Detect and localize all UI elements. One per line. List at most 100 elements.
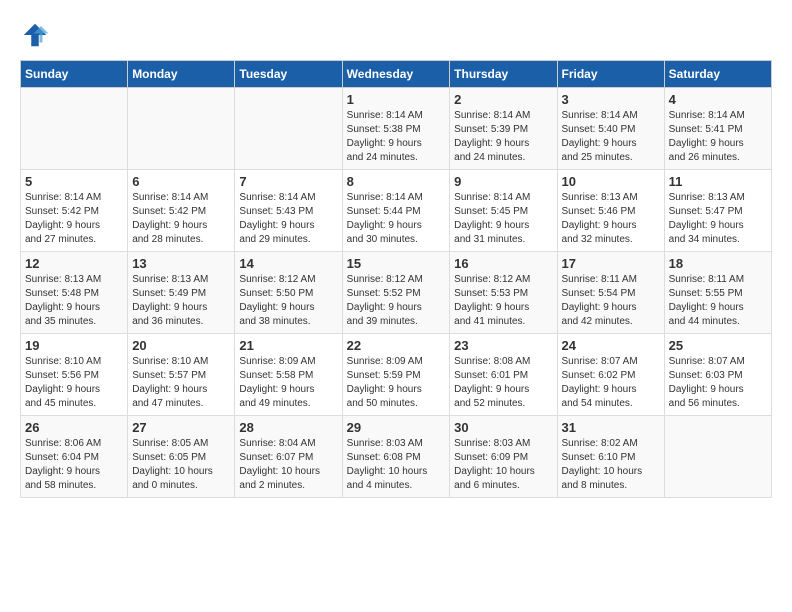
day-number: 14 (239, 256, 337, 271)
day-info: Sunrise: 8:13 AM Sunset: 5:47 PM Dayligh… (669, 191, 767, 247)
day-info: Sunrise: 8:14 AM Sunset: 5:42 PM Dayligh… (132, 191, 230, 247)
day-number: 15 (347, 256, 446, 271)
day-info: Sunrise: 8:06 AM Sunset: 6:04 PM Dayligh… (25, 437, 123, 493)
day-number: 11 (669, 174, 767, 189)
day-number: 23 (454, 338, 552, 353)
calendar-table: SundayMondayTuesdayWednesdayThursdayFrid… (20, 60, 772, 498)
header-tuesday: Tuesday (235, 61, 342, 88)
calendar-cell: 2Sunrise: 8:14 AM Sunset: 5:39 PM Daylig… (450, 88, 557, 170)
page-header (20, 20, 772, 50)
calendar-cell: 12 Sunrise: 8:13 AM Sunset: 5:48 PM Dayli… (21, 252, 128, 334)
header-sunday: Sunday (21, 61, 128, 88)
calendar-cell: 30 Sunrise: 8:03 AM Sunset: 6:09 PM Dayli… (450, 416, 557, 498)
day-number: 19 (25, 338, 123, 353)
day-info: Sunrise: 8:03 AM Sunset: 6:08 PM Dayligh… (347, 437, 446, 493)
day-number: 6 (132, 174, 230, 189)
day-number: 30 (454, 420, 552, 435)
calendar-cell: 16 Sunrise: 8:12 AM Sunset: 5:53 PM Dayli… (450, 252, 557, 334)
calendar-cell: 20 Sunrise: 8:10 AM Sunset: 5:57 PM Dayli… (128, 334, 235, 416)
day-info: Sunrise: 8:14 AM Sunset: 5:45 PM Dayligh… (454, 191, 552, 247)
day-info: Sunrise: 8:14 AM Sunset: 5:41 PM Dayligh… (669, 109, 767, 165)
day-number: 28 (239, 420, 337, 435)
day-info: Sunrise: 8:14 AM Sunset: 5:42 PM Dayligh… (25, 191, 123, 247)
header-thursday: Thursday (450, 61, 557, 88)
calendar-cell: 11 Sunrise: 8:13 AM Sunset: 5:47 PM Dayli… (664, 170, 771, 252)
day-info: Sunrise: 8:12 AM Sunset: 5:53 PM Dayligh… (454, 273, 552, 329)
day-info: Sunrise: 8:10 AM Sunset: 5:56 PM Dayligh… (25, 355, 123, 411)
header-saturday: Saturday (664, 61, 771, 88)
day-info: Sunrise: 8:11 AM Sunset: 5:55 PM Dayligh… (669, 273, 767, 329)
day-number: 17 (562, 256, 660, 271)
day-info: Sunrise: 8:11 AM Sunset: 5:54 PM Dayligh… (562, 273, 660, 329)
calendar-cell: 17 Sunrise: 8:11 AM Sunset: 5:54 PM Dayli… (557, 252, 664, 334)
day-number: 8 (347, 174, 446, 189)
calendar-cell: 13 Sunrise: 8:13 AM Sunset: 5:49 PM Dayli… (128, 252, 235, 334)
day-info: Sunrise: 8:09 AM Sunset: 5:58 PM Dayligh… (239, 355, 337, 411)
calendar-cell: 25 Sunrise: 8:07 AM Sunset: 6:03 PM Dayli… (664, 334, 771, 416)
day-number: 27 (132, 420, 230, 435)
day-info: Sunrise: 8:14 AM Sunset: 5:40 PM Dayligh… (562, 109, 660, 165)
day-info: Sunrise: 8:14 AM Sunset: 5:39 PM Dayligh… (454, 109, 552, 165)
calendar-cell: 15 Sunrise: 8:12 AM Sunset: 5:52 PM Dayli… (342, 252, 450, 334)
calendar-cell: 24 Sunrise: 8:07 AM Sunset: 6:02 PM Dayli… (557, 334, 664, 416)
calendar-week-row: 1Sunrise: 8:14 AM Sunset: 5:38 PM Daylig… (21, 88, 772, 170)
calendar-cell: 3 Sunrise: 8:14 AM Sunset: 5:40 PM Daylig… (557, 88, 664, 170)
calendar-cell: 5 Sunrise: 8:14 AM Sunset: 5:42 PM Daylig… (21, 170, 128, 252)
day-info: Sunrise: 8:13 AM Sunset: 5:49 PM Dayligh… (132, 273, 230, 329)
calendar-cell: 7 Sunrise: 8:14 AM Sunset: 5:43 PM Daylig… (235, 170, 342, 252)
day-number: 12 (25, 256, 123, 271)
calendar-cell: 31 Sunrise: 8:02 AM Sunset: 6:10 PM Dayli… (557, 416, 664, 498)
calendar-cell (21, 88, 128, 170)
day-info: Sunrise: 8:12 AM Sunset: 5:52 PM Dayligh… (347, 273, 446, 329)
day-info: Sunrise: 8:07 AM Sunset: 6:02 PM Dayligh… (562, 355, 660, 411)
day-number: 21 (239, 338, 337, 353)
calendar-week-row: 26 Sunrise: 8:06 AM Sunset: 6:04 PM Dayli… (21, 416, 772, 498)
day-number: 31 (562, 420, 660, 435)
calendar-week-row: 12 Sunrise: 8:13 AM Sunset: 5:48 PM Dayli… (21, 252, 772, 334)
day-info: Sunrise: 8:14 AM Sunset: 5:44 PM Dayligh… (347, 191, 446, 247)
calendar-week-row: 19 Sunrise: 8:10 AM Sunset: 5:56 PM Dayli… (21, 334, 772, 416)
calendar-cell: 9 Sunrise: 8:14 AM Sunset: 5:45 PM Daylig… (450, 170, 557, 252)
day-number: 9 (454, 174, 552, 189)
calendar-cell: 1Sunrise: 8:14 AM Sunset: 5:38 PM Daylig… (342, 88, 450, 170)
day-info: Sunrise: 8:07 AM Sunset: 6:03 PM Dayligh… (669, 355, 767, 411)
day-number: 7 (239, 174, 337, 189)
day-number: 25 (669, 338, 767, 353)
calendar-week-row: 5 Sunrise: 8:14 AM Sunset: 5:42 PM Daylig… (21, 170, 772, 252)
day-info: Sunrise: 8:03 AM Sunset: 6:09 PM Dayligh… (454, 437, 552, 493)
calendar-cell: 23Sunrise: 8:08 AM Sunset: 6:01 PM Dayli… (450, 334, 557, 416)
day-number: 26 (25, 420, 123, 435)
calendar-cell: 21 Sunrise: 8:09 AM Sunset: 5:58 PM Dayli… (235, 334, 342, 416)
day-number: 10 (562, 174, 660, 189)
calendar-cell (128, 88, 235, 170)
calendar-cell: 6 Sunrise: 8:14 AM Sunset: 5:42 PM Daylig… (128, 170, 235, 252)
header-friday: Friday (557, 61, 664, 88)
day-number: 3 (562, 92, 660, 107)
day-info: Sunrise: 8:02 AM Sunset: 6:10 PM Dayligh… (562, 437, 660, 493)
calendar-header-row: SundayMondayTuesdayWednesdayThursdayFrid… (21, 61, 772, 88)
calendar-cell: 22Sunrise: 8:09 AM Sunset: 5:59 PM Dayli… (342, 334, 450, 416)
day-info: Sunrise: 8:12 AM Sunset: 5:50 PM Dayligh… (239, 273, 337, 329)
day-number: 20 (132, 338, 230, 353)
calendar-cell: 18 Sunrise: 8:11 AM Sunset: 5:55 PM Dayli… (664, 252, 771, 334)
day-info: Sunrise: 8:13 AM Sunset: 5:48 PM Dayligh… (25, 273, 123, 329)
day-number: 16 (454, 256, 552, 271)
calendar-cell: 14 Sunrise: 8:12 AM Sunset: 5:50 PM Dayli… (235, 252, 342, 334)
calendar-cell: 27Sunrise: 8:05 AM Sunset: 6:05 PM Dayli… (128, 416, 235, 498)
day-info: Sunrise: 8:14 AM Sunset: 5:43 PM Dayligh… (239, 191, 337, 247)
day-number: 22 (347, 338, 446, 353)
day-info: Sunrise: 8:10 AM Sunset: 5:57 PM Dayligh… (132, 355, 230, 411)
day-number: 4 (669, 92, 767, 107)
calendar-cell: 8 Sunrise: 8:14 AM Sunset: 5:44 PM Daylig… (342, 170, 450, 252)
calendar-cell: 19 Sunrise: 8:10 AM Sunset: 5:56 PM Dayli… (21, 334, 128, 416)
logo (20, 20, 54, 50)
day-number: 5 (25, 174, 123, 189)
day-number: 13 (132, 256, 230, 271)
calendar-cell: 10Sunrise: 8:13 AM Sunset: 5:46 PM Dayli… (557, 170, 664, 252)
day-number: 24 (562, 338, 660, 353)
day-number: 1 (347, 92, 446, 107)
calendar-cell: 28Sunrise: 8:04 AM Sunset: 6:07 PM Dayli… (235, 416, 342, 498)
calendar-cell: 4 Sunrise: 8:14 AM Sunset: 5:41 PM Daylig… (664, 88, 771, 170)
day-number: 18 (669, 256, 767, 271)
calendar-cell (664, 416, 771, 498)
